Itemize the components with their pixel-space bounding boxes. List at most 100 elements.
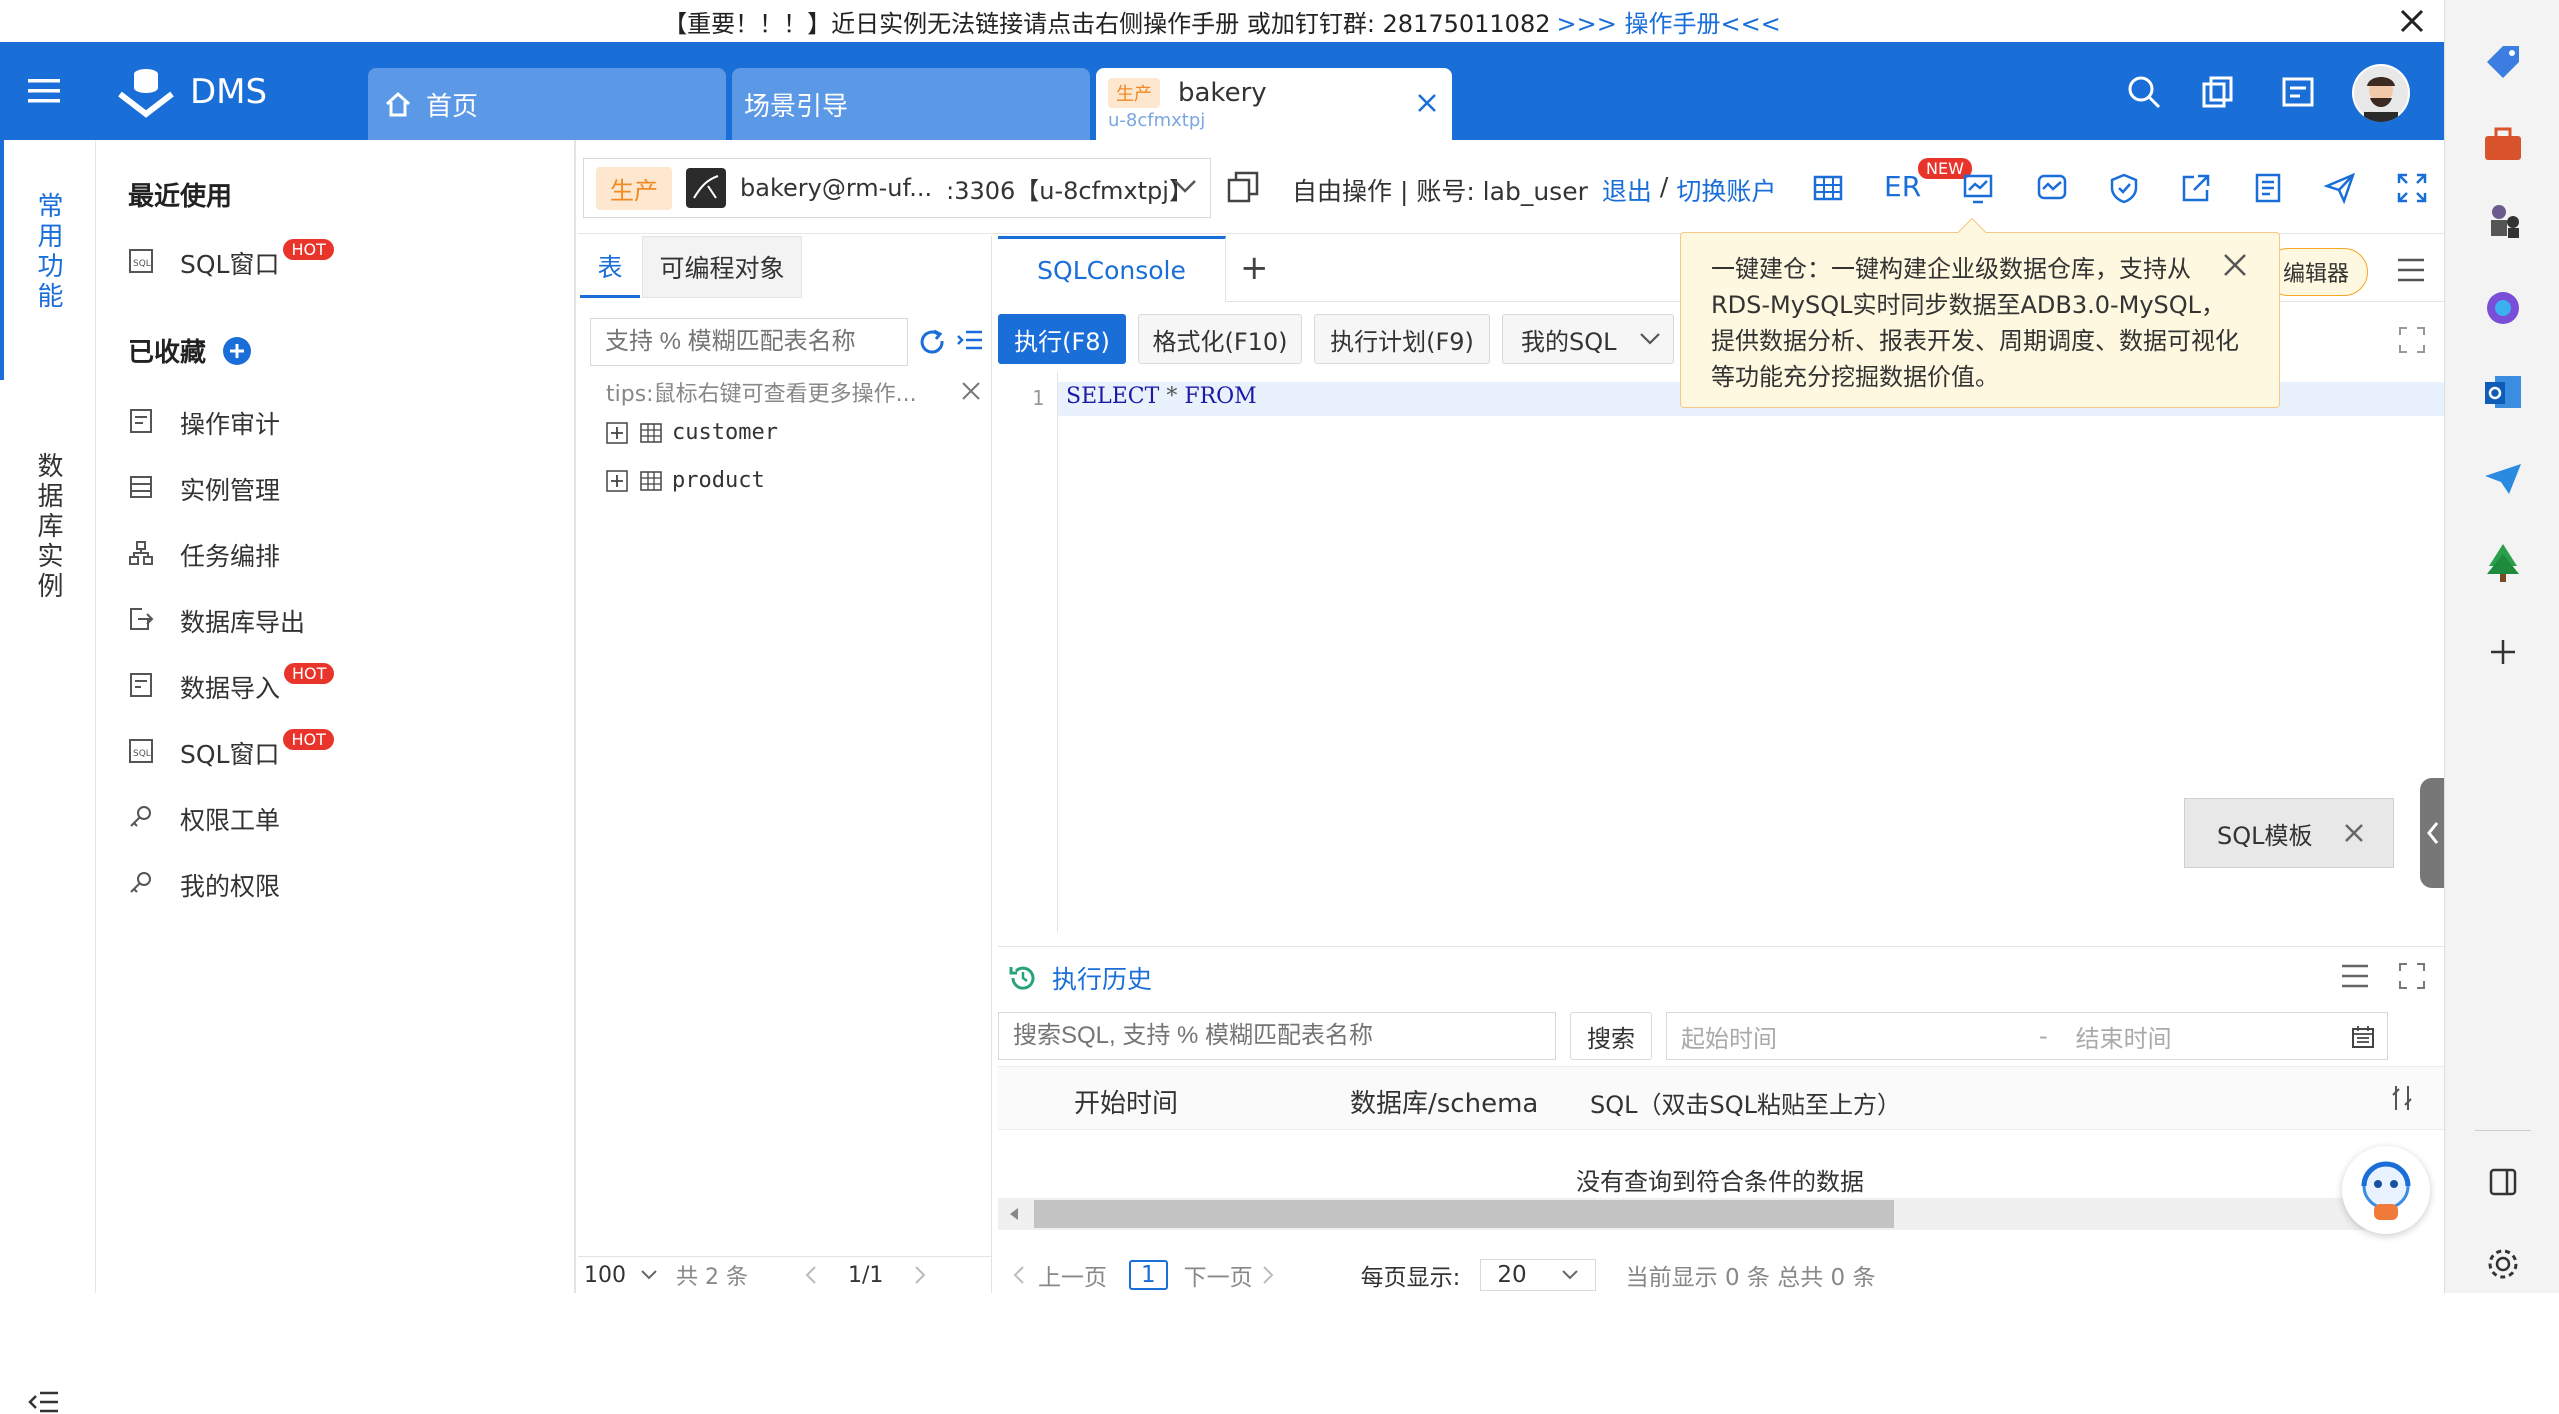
menu-lines-icon[interactable] <box>2340 962 2370 990</box>
key-icon <box>128 870 158 900</box>
logout-link[interactable]: 退出 <box>1602 172 1652 208</box>
tree-item-customer[interactable]: customer <box>606 420 778 445</box>
er-diagram-button[interactable]: ER <box>1884 170 1921 203</box>
tree-total: 共 2 条 <box>676 1265 748 1290</box>
sidebar-toggle-icon[interactable] <box>2481 1160 2525 1204</box>
page-size-select[interactable]: 100 <box>584 1263 626 1288</box>
tree-item-product[interactable]: product <box>606 468 765 493</box>
settings-gear-icon[interactable] <box>2481 1242 2525 1286</box>
audit-icon <box>128 408 158 438</box>
menu-item-db-export[interactable]: 数据库导出 <box>96 588 305 654</box>
tree-icon[interactable] <box>2481 540 2525 584</box>
menu-icon[interactable] <box>28 76 62 106</box>
next-page-icon[interactable] <box>1261 1265 1275 1285</box>
horizontal-scrollbar[interactable] <box>998 1198 2398 1230</box>
expand-icon[interactable] <box>606 469 628 492</box>
assistant-bot-icon[interactable] <box>2342 1146 2430 1234</box>
list-doc-icon[interactable] <box>2252 172 2284 204</box>
data-warehouse-icon[interactable] <box>1962 172 1994 204</box>
tab-sqlconsole[interactable]: SQLConsole <box>998 236 1226 302</box>
expand-icon[interactable] <box>606 421 628 444</box>
history-search-button[interactable]: 搜索 <box>1570 1012 1652 1060</box>
my-sql-dropdown[interactable]: 我的SQL <box>1502 314 1674 364</box>
search-icon[interactable] <box>2126 74 2162 110</box>
close-icon[interactable] <box>2397 6 2427 36</box>
nav-common-functions[interactable]: 常用功能 <box>30 192 67 312</box>
menu-item-instance-mgmt[interactable]: 实例管理 <box>96 456 280 522</box>
prev-page-button[interactable]: 上一页 <box>1038 1258 1107 1292</box>
menu-item-sql-window[interactable]: SQL SQL窗口 HOT <box>96 230 334 296</box>
external-link-icon[interactable] <box>2180 172 2212 204</box>
expand-history-icon[interactable] <box>2398 962 2426 990</box>
right-app-strip <box>2444 0 2559 1293</box>
close-icon[interactable] <box>2343 822 2365 844</box>
add-tab-button[interactable]: + <box>1240 248 1269 288</box>
prev-page-icon[interactable] <box>1012 1265 1026 1285</box>
time-range-picker[interactable]: 起始时间 - 结束时间 <box>1666 1012 2388 1060</box>
col-sql: SQL（双击SQL粘贴至上方） <box>1590 1091 1901 1119</box>
execute-button[interactable]: 执行(F8) <box>998 314 1126 364</box>
menu-item-sql-window-2[interactable]: SQL SQL窗口 HOT <box>96 720 334 786</box>
tab-programmable-objects[interactable]: 可编程对象 <box>642 236 802 298</box>
list-toggle-icon[interactable] <box>956 328 984 354</box>
collapse-menu-icon[interactable] <box>28 1390 60 1414</box>
tab-home[interactable]: 首页 <box>368 68 726 140</box>
scroll-left-icon[interactable] <box>1008 1206 1020 1222</box>
close-tips-icon[interactable] <box>960 380 982 402</box>
per-page-select[interactable]: 20 <box>1480 1258 1596 1291</box>
switch-account-link[interactable]: 切换账户 <box>1676 172 1776 208</box>
send-icon[interactable] <box>2324 172 2356 204</box>
briefcase-icon[interactable] <box>2481 122 2525 166</box>
menu-label: SQL窗口 <box>180 740 280 769</box>
col-start-time: 开始时间 <box>1074 1089 1179 1119</box>
dashboard-icon[interactable] <box>2200 74 2236 110</box>
tooltip-text: 一键建仓：一键构建企业级数据仓库，支持从RDS-MySQL实时同步数据至ADB3… <box>1711 255 2239 391</box>
next-page-button[interactable]: 下一页 <box>1184 1258 1253 1292</box>
menu-item-my-permissions[interactable]: 我的权限 <box>96 852 280 918</box>
fullscreen-icon[interactable] <box>2396 172 2428 204</box>
avatar[interactable] <box>2352 64 2410 122</box>
copy-icon[interactable] <box>1226 170 1260 204</box>
column-settings-icon[interactable] <box>2390 1083 2414 1113</box>
outlook-icon[interactable] <box>2481 370 2525 414</box>
format-button[interactable]: 格式化(F10) <box>1138 314 1302 364</box>
home-icon <box>384 91 412 117</box>
close-tooltip-icon[interactable] <box>2222 252 2248 278</box>
expand-editor-icon[interactable] <box>2398 326 2426 354</box>
sql-template-button[interactable]: SQL模板 <box>2184 798 2394 868</box>
collapse-side-icon[interactable] <box>2420 778 2444 888</box>
db-connection-select[interactable]: 生产 bakery@rm-uf... :3306【u-8cfmxtpj】 <box>583 158 1211 218</box>
menu-lines-icon[interactable] <box>2396 256 2426 284</box>
next-page-icon[interactable] <box>913 1265 927 1285</box>
tab-tables[interactable]: 表 <box>580 236 640 298</box>
close-tab-icon[interactable] <box>1416 92 1438 114</box>
menu-item-audit[interactable]: 操作审计 <box>96 390 280 456</box>
explain-button[interactable]: 执行计划(F9) <box>1314 314 1490 364</box>
refresh-icon[interactable] <box>918 328 946 356</box>
hot-badge: HOT <box>284 662 335 684</box>
shield-icon[interactable] <box>2108 172 2140 204</box>
sql-console-icon[interactable] <box>2280 74 2316 110</box>
history-search-input[interactable] <box>998 1012 1556 1060</box>
menu-item-permission-ticket[interactable]: 权限工单 <box>96 786 280 852</box>
add-favorite-icon[interactable] <box>222 336 252 366</box>
menu-item-data-import[interactable]: 数据导入 HOT <box>96 654 335 720</box>
manual-link[interactable]: >>> 操作手册<<< <box>1557 4 1781 39</box>
current-page[interactable]: 1 <box>1129 1259 1168 1290</box>
tag-icon[interactable] <box>2481 40 2525 84</box>
warehouse-tooltip: 一键建仓：一键构建企业级数据仓库，支持从RDS-MySQL实时同步数据至ADB3… <box>1680 232 2280 408</box>
table-search-input[interactable] <box>590 318 908 366</box>
tab-scene-guide[interactable]: 场景引导 <box>732 68 1090 140</box>
send-plane-icon[interactable] <box>2481 456 2525 500</box>
nav-db-instances[interactable]: 数据库实例 <box>30 452 67 602</box>
sql-keyword: FROM <box>1184 384 1257 409</box>
env-tag: 生产 <box>1108 77 1160 108</box>
tab-bakery[interactable]: 生产 bakery u-8cfmxtpj <box>1096 68 1452 140</box>
add-app-icon[interactable] <box>2481 630 2525 674</box>
copilot-icon[interactable] <box>2481 286 2525 330</box>
table-grid-icon[interactable] <box>1812 172 1844 204</box>
monitor-icon[interactable] <box>2036 172 2068 204</box>
menu-item-task-orchestration[interactable]: 任务编排 <box>96 522 280 588</box>
chess-icon[interactable] <box>2481 200 2525 244</box>
prev-page-icon[interactable] <box>804 1265 818 1285</box>
